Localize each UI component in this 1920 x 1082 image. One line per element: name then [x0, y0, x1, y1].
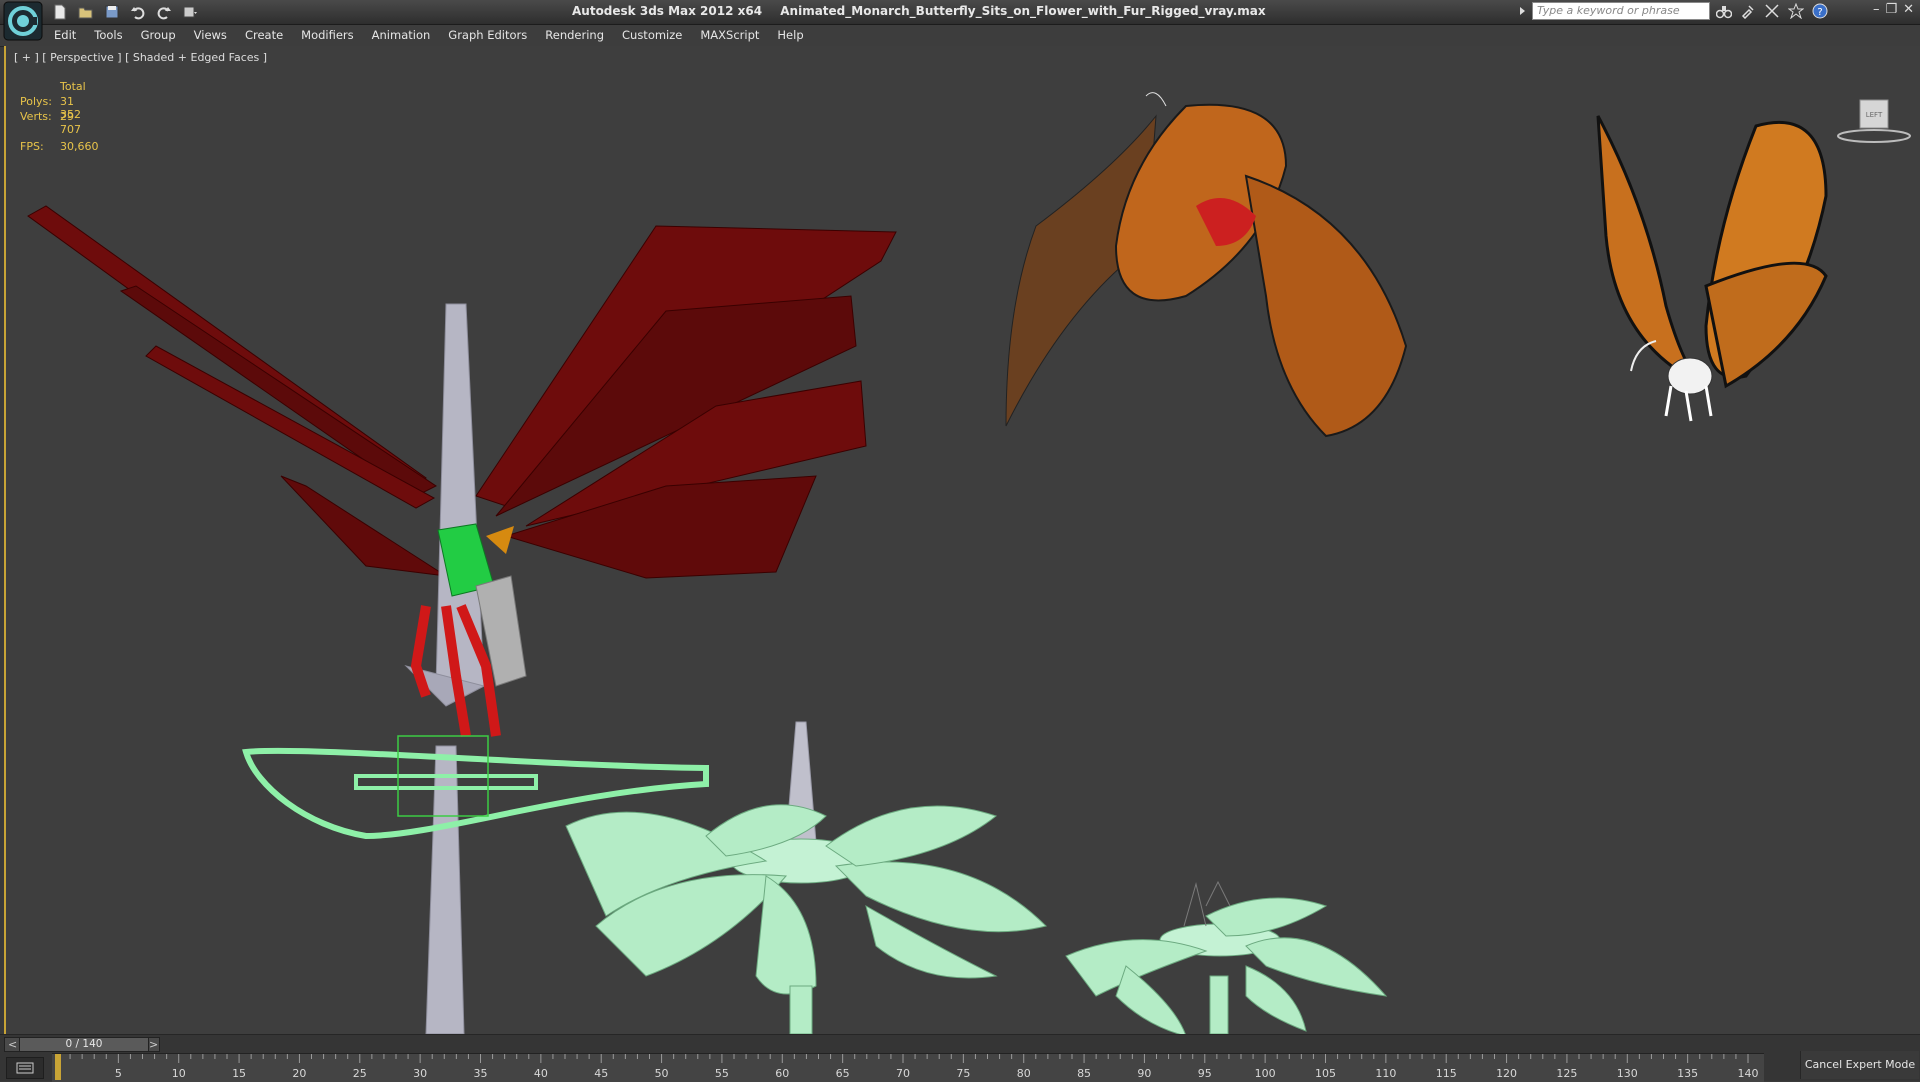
restore-icon[interactable]: ❐ [1885, 2, 1897, 17]
ruler-tick-label: 25 [353, 1067, 367, 1080]
track-bar[interactable]: 5 10 15 20 25 30 35 40 45 50 55 60 65 70 75 80 85 90 95 100… [52, 1053, 1764, 1082]
ruler-tick-label: 65 [836, 1067, 850, 1080]
ruler-tick-label: 45 [594, 1067, 608, 1080]
menu-create[interactable]: Create [245, 28, 283, 42]
ruler-tick-label: 140 [1738, 1067, 1759, 1080]
save-icon[interactable] [104, 4, 120, 20]
svg-text:?: ? [1817, 7, 1822, 18]
ruler-tick-label: 50 [655, 1067, 669, 1080]
ruler-tick-label: 35 [474, 1067, 488, 1080]
quick-access-toolbar [52, 2, 198, 22]
search-input[interactable]: Type a keyword or phrase [1532, 2, 1710, 20]
app-title: Autodesk 3ds Max 2012 x64 [572, 4, 763, 18]
favorites-icon[interactable] [1788, 3, 1804, 19]
timeline-area: < 0 / 140 > 5 10 15 20 25 30 35 40 45 50 55 60 65 70 7… [0, 1034, 1920, 1082]
stats-total-label: Total [60, 80, 86, 93]
ruler-tick-label: 130 [1617, 1067, 1638, 1080]
track-bar-toggle[interactable] [6, 1057, 44, 1079]
menu-customize[interactable]: Customize [622, 28, 682, 42]
ruler-tick-label: 120 [1496, 1067, 1517, 1080]
application-menu-button[interactable] [3, 1, 43, 41]
scene-canvas[interactable] [6, 46, 1920, 1034]
flower-small[interactable] [1065, 880, 1388, 1034]
communication-icon[interactable] [1764, 3, 1780, 19]
binoculars-icon[interactable] [1716, 3, 1732, 19]
monarch-butterfly-side[interactable] [1596, 115, 1828, 422]
rig-body[interactable] [410, 523, 527, 737]
ruler-tick-label: 30 [413, 1067, 427, 1080]
monarch-butterfly-mesh[interactable] [1005, 92, 1408, 438]
menu-edit[interactable]: Edit [54, 28, 76, 42]
menu-views[interactable]: Views [194, 28, 227, 42]
viewcube-face-label: LEFT [1866, 111, 1883, 119]
stats-fps-label: FPS: [20, 140, 44, 153]
close-icon[interactable]: ✕ [1903, 2, 1914, 17]
search-expand-icon[interactable] [1520, 7, 1525, 15]
ruler-tick-label: 85 [1077, 1067, 1091, 1080]
time-slider-prev[interactable]: < [8, 1038, 17, 1051]
stats-fps-value: 30,660 [60, 140, 99, 153]
current-frame-marker[interactable] [55, 1054, 61, 1080]
time-slider-thumb[interactable]: 0 / 140 [19, 1038, 149, 1051]
stats-verts-value: 29 707 [60, 110, 81, 136]
new-icon[interactable] [52, 4, 68, 20]
window-controls: – ❐ ✕ [1873, 2, 1914, 17]
time-slider[interactable]: < 0 / 140 > [4, 1037, 160, 1052]
ruler-tick-label: 70 [896, 1067, 910, 1080]
ruler-tick-label: 75 [956, 1067, 970, 1080]
ruler-tick-label: 55 [715, 1067, 729, 1080]
open-icon[interactable] [78, 4, 94, 20]
menu-maxscript[interactable]: MAXScript [700, 28, 759, 42]
infocenter-toolbar: ? [1716, 3, 1828, 19]
ruler-tick-label: 135 [1677, 1067, 1698, 1080]
perspective-viewport[interactable]: [ + ] [ Perspective ] [ Shaded + Edged F… [4, 46, 1920, 1034]
title-bar: Autodesk 3ds Max 2012 x64 Animated_Monar… [0, 0, 1920, 41]
undo-icon[interactable] [130, 4, 146, 20]
ruler-tick-label: 95 [1198, 1067, 1212, 1080]
window-title: Autodesk 3ds Max 2012 x64 Animated_Monar… [572, 4, 1266, 18]
stats-verts-label: Verts: [20, 110, 52, 123]
file-title: Animated_Monarch_Butterfly_Sits_on_Flowe… [780, 4, 1266, 18]
menu-graph-editors[interactable]: Graph Editors [448, 28, 527, 42]
subscription-icon[interactable] [1740, 3, 1756, 19]
ruler-tick-label: 20 [292, 1067, 306, 1080]
time-slider-next[interactable]: > [149, 1038, 158, 1051]
ruler-tick-label: 10 [172, 1067, 186, 1080]
menu-help[interactable]: Help [777, 28, 803, 42]
menu-tools[interactable]: Tools [94, 28, 122, 42]
redo-icon[interactable] [156, 4, 172, 20]
stats-polys-label: Polys: [20, 95, 52, 108]
ruler-tick-label: 80 [1017, 1067, 1031, 1080]
ruler-tick-label: 100 [1255, 1067, 1276, 1080]
menu-modifiers[interactable]: Modifiers [301, 28, 354, 42]
help-icon[interactable]: ? [1812, 3, 1828, 19]
viewport-label[interactable]: [ + ] [ Perspective ] [ Shaded + Edged F… [14, 51, 267, 64]
ruler-tick-label: 125 [1556, 1067, 1577, 1080]
ruler-tick-label: 15 [232, 1067, 246, 1080]
track-bar-ruler: 5 10 15 20 25 30 35 40 45 50 55 60 65 70 75 80 85 90 95 100… [55, 1054, 1759, 1080]
ruler-tick-label: 105 [1315, 1067, 1336, 1080]
ruler-tick-label: 115 [1436, 1067, 1457, 1080]
menu-group[interactable]: Group [141, 28, 176, 42]
minimize-icon[interactable]: – [1873, 2, 1880, 17]
cancel-expert-mode-button[interactable]: Cancel Expert Mode [1800, 1051, 1919, 1079]
menu-bar: Edit Tools Group Views Create Modifiers … [0, 25, 1920, 47]
menu-animation[interactable]: Animation [372, 28, 431, 42]
ruler-tick-label: 60 [775, 1067, 789, 1080]
project-icon[interactable] [182, 4, 198, 20]
menu-rendering[interactable]: Rendering [545, 28, 604, 42]
ruler-tick-label: 110 [1375, 1067, 1396, 1080]
viewcube[interactable]: LEFT [1834, 86, 1914, 146]
ruler-tick-label: 40 [534, 1067, 548, 1080]
ruler-tick-label: 90 [1137, 1067, 1151, 1080]
ruler-tick-label: 5 [115, 1067, 122, 1080]
